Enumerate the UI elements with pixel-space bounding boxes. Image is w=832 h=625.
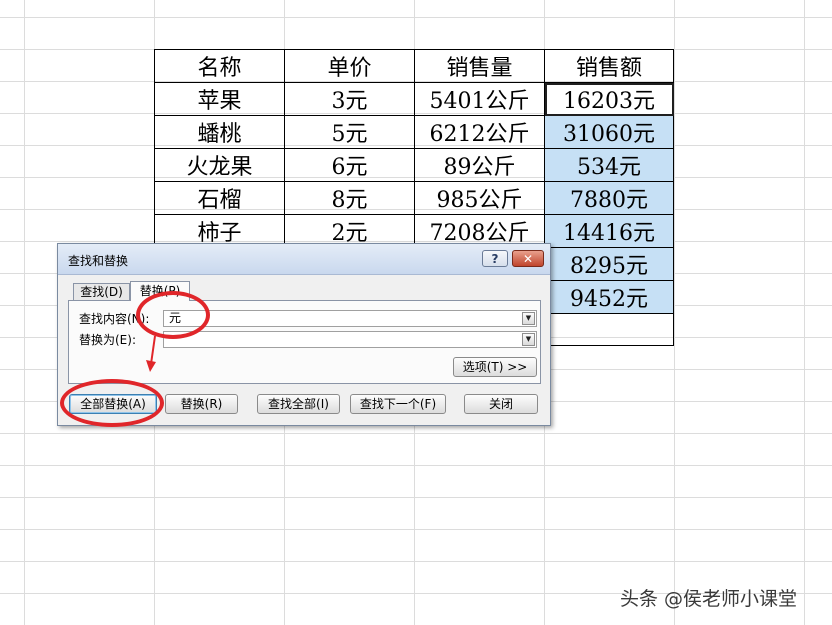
header-cell[interactable]: 名称 [154, 49, 285, 83]
cell[interactable] [544, 313, 674, 346]
selected-cell[interactable]: 14416元 [544, 214, 674, 248]
annotation-arrow-icon [146, 335, 156, 372]
find-input[interactable]: 元 ▼ [163, 310, 537, 327]
replace-input[interactable]: ▼ [163, 331, 537, 348]
selected-cell[interactable]: 9452元 [544, 280, 674, 314]
help-button[interactable]: ? [482, 250, 508, 267]
table-row: 苹果 3元 5401公斤 16203元 [154, 82, 674, 116]
replace-label: 替换为(E): [79, 333, 136, 347]
chevron-down-icon[interactable]: ▼ [522, 333, 535, 346]
cell[interactable]: 6元 [284, 148, 415, 182]
selected-cell[interactable]: 8295元 [544, 247, 674, 281]
chevron-down-icon[interactable]: ▼ [522, 312, 535, 325]
cell[interactable]: 3元 [284, 82, 415, 116]
annotation-oval-find [136, 291, 210, 339]
cell[interactable]: 石榴 [154, 181, 285, 215]
cell[interactable]: 985公斤 [414, 181, 545, 215]
cell[interactable]: 5元 [284, 115, 415, 149]
selected-cell[interactable]: 534元 [544, 148, 674, 182]
active-cell[interactable]: 16203元 [544, 82, 674, 116]
table-row: 火龙果 6元 89公斤 534元 [154, 148, 674, 182]
replace-button[interactable]: 替换(R) [165, 394, 238, 414]
options-button[interactable]: 选项(T) >> [453, 357, 537, 377]
selected-cell[interactable]: 7880元 [544, 181, 674, 215]
annotation-oval-replace-all [60, 379, 164, 427]
cell[interactable]: 8元 [284, 181, 415, 215]
find-next-button[interactable]: 查找下一个(F) [350, 394, 446, 414]
cell[interactable]: 5401公斤 [414, 82, 545, 116]
dialog-titlebar[interactable]: 查找和替换 ? ✕ [58, 244, 550, 275]
header-row: 名称 单价 销售量 销售额 [154, 49, 674, 83]
cell[interactable]: 火龙果 [154, 148, 285, 182]
cell[interactable]: 89公斤 [414, 148, 545, 182]
cell[interactable]: 6212公斤 [414, 115, 545, 149]
cell[interactable]: 苹果 [154, 82, 285, 116]
cell[interactable]: 蟠桃 [154, 115, 285, 149]
selected-cell[interactable]: 31060元 [544, 115, 674, 149]
tab-find[interactable]: 查找(D) [73, 283, 130, 301]
header-cell[interactable]: 单价 [284, 49, 415, 83]
table-row: 蟠桃 5元 6212公斤 31060元 [154, 115, 674, 149]
table-row: 石榴 8元 985公斤 7880元 [154, 181, 674, 215]
close-icon[interactable]: ✕ [512, 250, 544, 267]
header-cell[interactable]: 销售量 [414, 49, 545, 83]
header-cell[interactable]: 销售额 [544, 49, 674, 83]
find-all-button[interactable]: 查找全部(I) [257, 394, 340, 414]
watermark: 头条 @侯老师小课堂 [620, 588, 798, 610]
dialog-title: 查找和替换 [68, 254, 129, 268]
close-button[interactable]: 关闭 [464, 394, 538, 414]
